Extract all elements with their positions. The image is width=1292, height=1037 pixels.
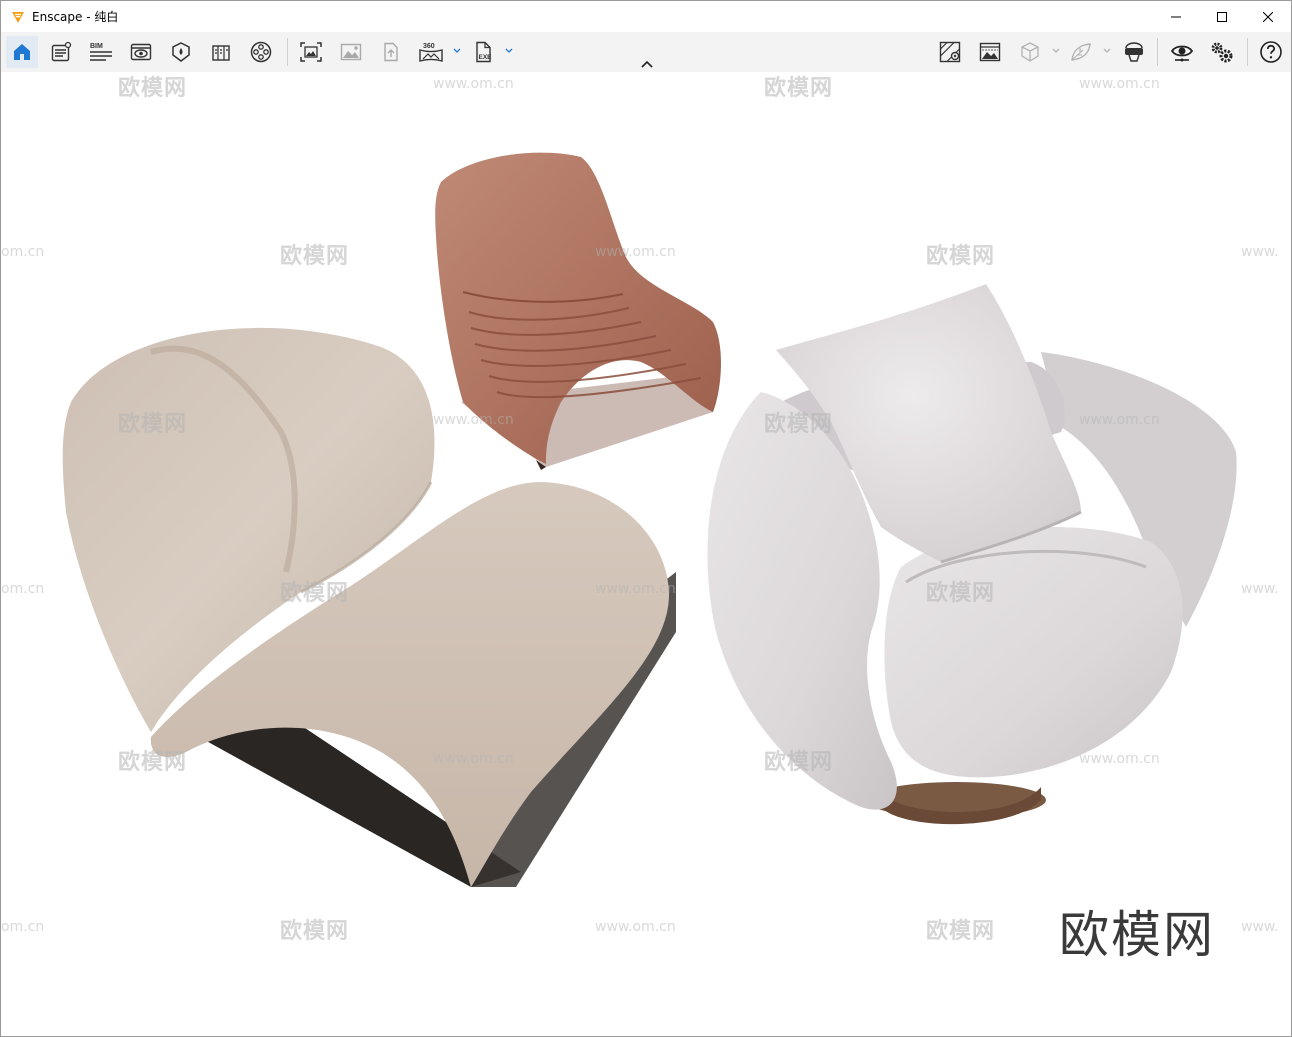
- video-editor-button[interactable]: [245, 36, 277, 68]
- terracotta-lounge-chair: [435, 152, 721, 470]
- help-button[interactable]: [1255, 36, 1287, 68]
- eye-button[interactable]: [1166, 36, 1198, 68]
- help-icon: [1260, 41, 1282, 63]
- panorama-360-icon: 360: [419, 43, 443, 62]
- vr-headset-icon: [1125, 42, 1143, 62]
- chevron-up-icon: [641, 60, 653, 68]
- views-icon: [130, 43, 152, 61]
- close-icon: [1263, 11, 1273, 22]
- render-viewport[interactable]: 欧模网 www.om.cn 欧模网 www.om.cn om.cn 欧模网 ww…: [1, 72, 1291, 1036]
- export-exe-icon: EXE: [476, 41, 493, 63]
- toolbar-separator: [287, 38, 288, 66]
- enscape-window: Enscape - 纯白 BIM 360 EXE 欧模网 www.om.cn 欧…: [0, 0, 1292, 1037]
- vr-headset-button[interactable]: [1118, 36, 1150, 68]
- svg-text:EXE: EXE: [479, 54, 493, 61]
- svg-text:BIM: BIM: [90, 43, 103, 50]
- settings-icon: [1211, 42, 1233, 63]
- video-editor-icon: [250, 41, 272, 63]
- gallery-icon: [340, 43, 362, 61]
- window-title: Enscape - 纯白: [32, 10, 119, 24]
- toolbar-separator: [1157, 38, 1158, 66]
- minimize-icon: [1171, 16, 1181, 17]
- section-dropdown[interactable]: [1051, 46, 1061, 56]
- bim-icon: BIM: [90, 43, 112, 61]
- section-cube-button[interactable]: [1014, 36, 1046, 68]
- export-exe-button[interactable]: EXE: [468, 36, 500, 68]
- screenshot-icon: [300, 42, 322, 62]
- export-dropdown[interactable]: [504, 46, 514, 56]
- upload-icon: [384, 42, 398, 62]
- panorama-dropdown[interactable]: [452, 46, 462, 56]
- chevron-down-icon: [453, 48, 461, 53]
- corner-logo-text: 欧模网: [1059, 906, 1215, 964]
- materials-button[interactable]: [165, 36, 197, 68]
- screenshot-button[interactable]: [295, 36, 327, 68]
- asset-library-button[interactable]: [205, 36, 237, 68]
- settings-button[interactable]: [1206, 36, 1238, 68]
- title-bar[interactable]: Enscape - 纯白: [1, 1, 1291, 32]
- toolbar-separator: [1247, 38, 1248, 66]
- maximize-icon: [1217, 11, 1227, 22]
- chevron-down-icon: [1052, 48, 1060, 53]
- maximize-button[interactable]: [1199, 1, 1245, 32]
- views-button[interactable]: [125, 36, 157, 68]
- visual-settings-icon: [51, 41, 72, 62]
- atmosphere-icon: [979, 42, 1001, 62]
- home-icon: [14, 44, 30, 60]
- minimize-button[interactable]: [1153, 1, 1199, 32]
- vegetation-dropdown[interactable]: [1102, 46, 1112, 56]
- materials-icon: [172, 42, 190, 62]
- upload-button[interactable]: [375, 36, 407, 68]
- visual-settings-button[interactable]: [45, 36, 77, 68]
- svg-text:360: 360: [423, 43, 435, 50]
- home-button[interactable]: [6, 36, 38, 68]
- section-cube-icon: [1021, 42, 1039, 62]
- bim-button[interactable]: BIM: [85, 36, 117, 68]
- chevron-down-icon: [1103, 48, 1111, 53]
- site-context-icon: [939, 41, 961, 63]
- collapse-toolbar-button[interactable]: [638, 57, 656, 71]
- panorama-button[interactable]: 360: [415, 36, 447, 68]
- enscape-logo-icon: [12, 11, 24, 23]
- eye-icon: [1170, 45, 1194, 62]
- window-controls: [1153, 1, 1291, 32]
- chevron-down-icon: [505, 48, 513, 53]
- gallery-button[interactable]: [335, 36, 367, 68]
- scene-render: [62, 152, 1237, 887]
- white-armchair-with-pillow: [707, 284, 1237, 825]
- atmosphere-button[interactable]: [974, 36, 1006, 68]
- leaf-icon: [1071, 43, 1091, 61]
- asset-library-icon: [212, 45, 230, 61]
- site-context-button[interactable]: [934, 36, 966, 68]
- close-button[interactable]: [1245, 1, 1291, 32]
- vegetation-button[interactable]: [1065, 36, 1097, 68]
